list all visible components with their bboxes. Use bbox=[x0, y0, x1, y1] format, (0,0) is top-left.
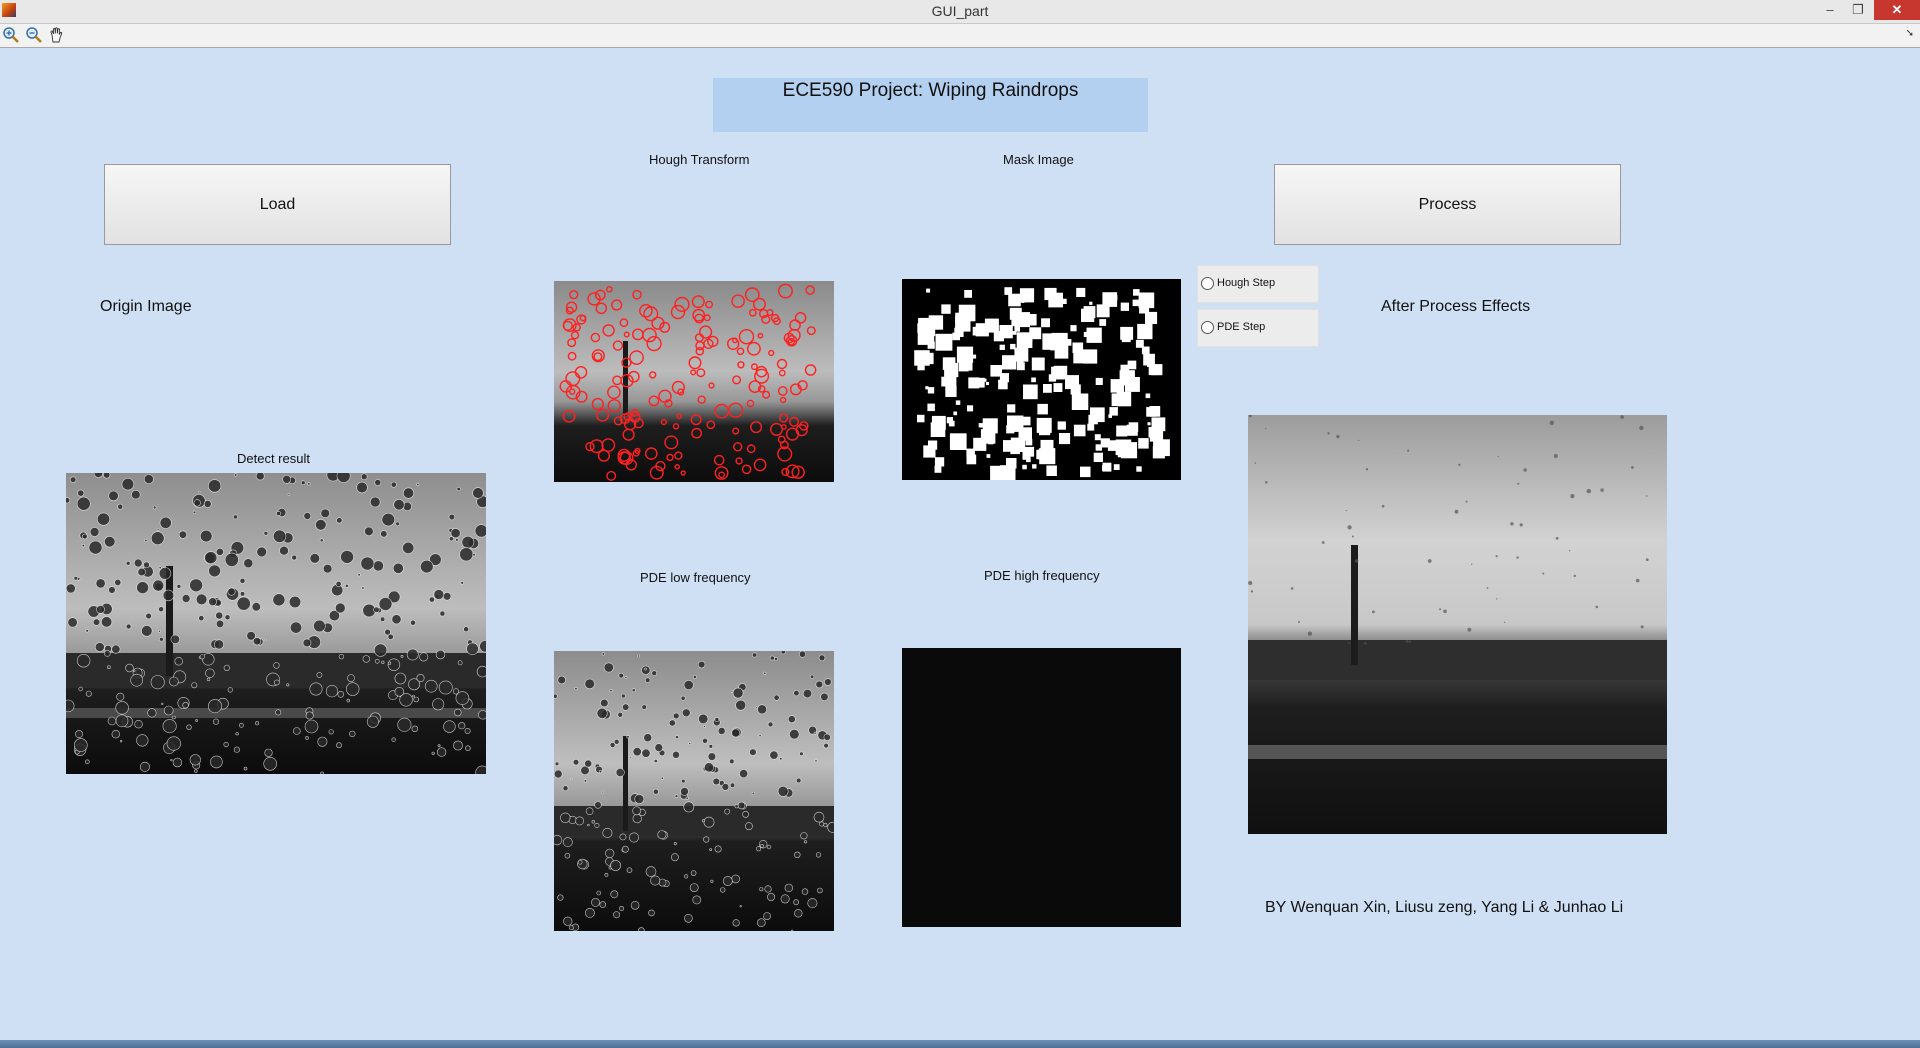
page-title: ECE590 Project: Wiping Raindrops bbox=[782, 80, 1079, 101]
minimize-button[interactable]: – bbox=[1817, 0, 1843, 20]
pde-high-image bbox=[902, 648, 1181, 927]
hough-step-label: Hough Step bbox=[1217, 277, 1276, 289]
os-taskbar bbox=[0, 1040, 1920, 1048]
hough-step-radio-circle[interactable] bbox=[1201, 277, 1214, 290]
pde-high-label: PDE high frequency bbox=[984, 568, 1100, 583]
mask-image bbox=[902, 279, 1181, 480]
detect-result-label: Detect result bbox=[237, 451, 310, 466]
after-process-label: After Process Effects bbox=[1381, 298, 1531, 315]
window-titlebar: GUI_part – ❐ ✕ bbox=[0, 0, 1920, 24]
restore-button[interactable]: ❐ bbox=[1845, 0, 1871, 20]
pan-hand-icon[interactable] bbox=[48, 27, 66, 43]
dock-arrow-icon[interactable]: ➘ bbox=[1906, 28, 1914, 39]
credits-text: BY Wenquan Xin, Liusu zeng, Yang Li & Ju… bbox=[1265, 899, 1624, 916]
window-title: GUI_part bbox=[931, 3, 989, 19]
pde-low-image bbox=[554, 651, 834, 931]
after-process-image bbox=[1248, 415, 1667, 834]
title-panel: ECE590 Project: Wiping Raindrops bbox=[713, 78, 1148, 132]
hough-transform-image bbox=[554, 281, 834, 482]
load-button[interactable]: Load bbox=[104, 164, 451, 245]
pde-step-radio-circle[interactable] bbox=[1201, 321, 1214, 334]
figure-toolbar: ➘ bbox=[0, 24, 1920, 48]
origin-image-label: Origin Image bbox=[100, 298, 192, 315]
zoom-in-icon[interactable] bbox=[2, 27, 20, 43]
hough-transform-label: Hough Transform bbox=[649, 152, 750, 167]
hough-step-radio[interactable]: Hough Step bbox=[1197, 265, 1319, 303]
process-button[interactable]: Process bbox=[1274, 164, 1621, 245]
pde-step-label: PDE Step bbox=[1217, 321, 1266, 333]
pde-low-label: PDE low frequency bbox=[640, 570, 751, 585]
detect-result-image bbox=[66, 473, 486, 774]
close-button[interactable]: ✕ bbox=[1874, 0, 1920, 20]
zoom-out-icon[interactable] bbox=[25, 27, 43, 43]
mask-image-label: Mask Image bbox=[1003, 152, 1074, 167]
pde-step-radio[interactable]: PDE Step bbox=[1197, 309, 1319, 347]
